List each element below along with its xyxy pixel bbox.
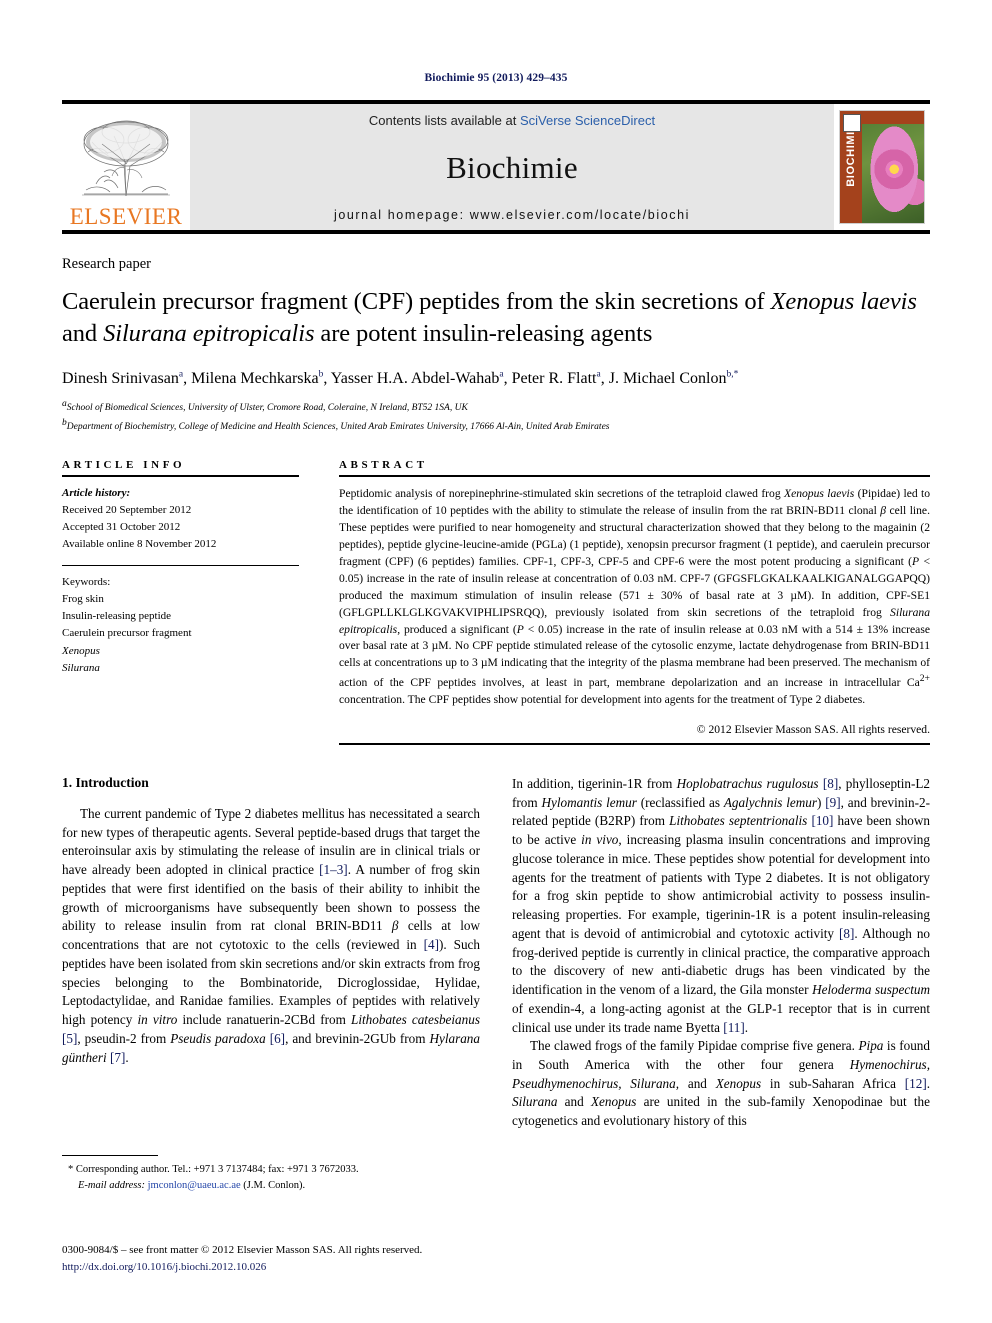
title-segment-2: and	[62, 319, 104, 347]
author-name: Peter R. Flatt	[511, 369, 597, 387]
email-label: E-mail address:	[78, 1179, 145, 1191]
keyword-item: Frog skin	[62, 593, 104, 606]
author-item[interactable]: Dinesh Srinivasana	[62, 369, 183, 387]
author-affiliation-marker: b,*	[726, 369, 739, 380]
affiliation-b: bDepartment of Biochemistry, College of …	[62, 417, 930, 435]
author-name: Yasser H.A. Abdel-Wahab	[330, 369, 500, 387]
info-abstract-region: ARTICLE INFO Article history: Received 2…	[62, 459, 930, 745]
issn-line: 0300-9084/$ – see front matter © 2012 El…	[62, 1244, 423, 1256]
journal-homepage[interactable]: journal homepage: www.elsevier.com/locat…	[334, 208, 690, 222]
contents-prefix: Contents lists available at	[368, 113, 520, 128]
author-separator: ,	[183, 369, 192, 387]
article-history-label: Article history:	[62, 487, 131, 500]
author-item[interactable]: Peter R. Flatta	[511, 369, 601, 387]
intro-paragraph-right-2: The clawed frogs of the family Pipidae c…	[512, 1038, 931, 1129]
keywords-block: Keywords: Frog skin Insulin-releasing pe…	[62, 566, 299, 676]
author-item[interactable]: J. Michael Conlonb,*	[608, 369, 739, 387]
doi-link[interactable]: http://dx.doi.org/10.1016/j.biochi.2012.…	[62, 1261, 266, 1273]
masthead-center: Contents lists available at SciVerse Sci…	[190, 104, 834, 230]
sciencedirect-link[interactable]: SciVerse ScienceDirect	[520, 113, 655, 128]
keyword-item: Insulin-releasing peptide	[62, 610, 172, 623]
keywords-label: Keywords:	[62, 576, 111, 589]
corresponding-line: * Corresponding author. Tel.: +971 3 713…	[68, 1164, 359, 1175]
author-item[interactable]: Yasser H.A. Abdel-Wahaba	[330, 369, 504, 387]
journal-masthead: ELSEVIER Contents lists available at Sci…	[62, 100, 930, 234]
article-type-label: Research paper	[62, 256, 151, 272]
cover-image: BIOCHIMIE	[839, 110, 925, 224]
article-info-column: ARTICLE INFO Article history: Received 2…	[62, 459, 299, 745]
cover-top-band	[862, 111, 924, 124]
email-link[interactable]: jmconlon@uaeu.ac.ae	[148, 1180, 241, 1191]
footnote-divider	[62, 1155, 158, 1156]
cover-spine-label: BIOCHIMIE	[845, 123, 857, 187]
elsevier-logo: ELSEVIER	[62, 104, 190, 230]
affiliation-text-b: Department of Biochemistry, College of M…	[66, 422, 610, 433]
author-separator: ,	[503, 369, 512, 387]
abstract-text: Peptidomic analysis of norepinephrine-st…	[339, 487, 930, 707]
article-history-block: Article history: Received 20 September 2…	[62, 477, 299, 553]
title-segment-3: are potent insulin-releasing agents	[314, 319, 653, 347]
journal-cover-thumbnail: BIOCHIMIE	[834, 104, 930, 230]
email-line: E-mail address: jmconlon@uaeu.ac.ae (J.M…	[62, 1178, 480, 1194]
elsevier-tree-icon	[82, 120, 170, 197]
footnote-text: * Corresponding author. Tel.: +971 3 713…	[62, 1162, 480, 1194]
issn-footer: 0300-9084/$ – see front matter © 2012 El…	[62, 1242, 532, 1275]
author-separator: ,	[323, 369, 331, 387]
keyword-item: Xenopus	[62, 644, 100, 657]
corresponding-author-footnote: * Corresponding author. Tel.: +971 3 713…	[62, 1155, 480, 1194]
author-item[interactable]: Milena Mechkarskab	[191, 369, 323, 387]
abstract-bottom-rule	[339, 742, 930, 745]
contents-line: Contents lists available at SciVerse Sci…	[369, 113, 655, 128]
affiliation-text-a: School of Biomedical Sciences, Universit…	[66, 403, 468, 414]
author-list: Dinesh Srinivasana, Milena Mechkarskab, …	[62, 368, 930, 390]
keyword-item: Silurana	[62, 661, 100, 674]
article-info-heading: ARTICLE INFO	[62, 459, 186, 472]
abstract-copyright: © 2012 Elsevier Masson SAS. All rights r…	[696, 722, 930, 736]
intro-paragraph-left: The current pandemic of Type 2 diabetes …	[62, 805, 481, 1065]
introduction-heading: 1. Introduction	[62, 774, 149, 790]
intro-paragraph-right-1: In addition, tigerinin-1R from Hoplobatr…	[512, 775, 931, 1035]
journal-title: Biochimie	[446, 150, 578, 185]
author-separator: ,	[600, 369, 609, 387]
elsevier-wordmark: ELSEVIER	[69, 204, 183, 229]
author-name: Dinesh Srinivasan	[62, 369, 179, 387]
running-head: Biochimie 95 (2013) 429–435	[424, 72, 568, 84]
body-columns: 1. Introduction The current pandemic of …	[62, 775, 930, 1131]
page-title: Caerulein precursor fragment (CPF) pepti…	[62, 286, 930, 350]
affiliation-a: aSchool of Biomedical Sciences, Universi…	[62, 398, 930, 416]
history-item: Available online 8 November 2012	[62, 538, 217, 551]
abstract-heading: ABSTRACT	[339, 459, 428, 472]
author-name: Milena Mechkarska	[191, 369, 319, 387]
author-name: J. Michael Conlon	[608, 369, 727, 387]
title-segment-1: Caerulein precursor fragment (CPF) pepti…	[62, 288, 771, 315]
paper-page: Biochimie 95 (2013) 429–435 ELSEVIER Con…	[0, 0, 992, 1323]
abstract-column: ABSTRACT Peptidomic analysis of norepine…	[339, 459, 930, 745]
history-item: Accepted 31 October 2012	[62, 521, 181, 534]
history-item: Received 20 September 2012	[62, 504, 192, 517]
email-owner: (J.M. Conlon).	[243, 1179, 306, 1191]
title-italic-silurana: Silurana epitropicalis	[103, 319, 315, 347]
title-italic-xenopus-laevis: Xenopus laevis	[770, 288, 917, 315]
keyword-item: Caerulein precursor fragment	[62, 627, 192, 640]
cover-photo-lotus	[862, 111, 924, 223]
body-right-column: In addition, tigerinin-1R from Hoplobatr…	[512, 775, 930, 1131]
body-left-column: 1. Introduction The current pandemic of …	[62, 775, 480, 1131]
